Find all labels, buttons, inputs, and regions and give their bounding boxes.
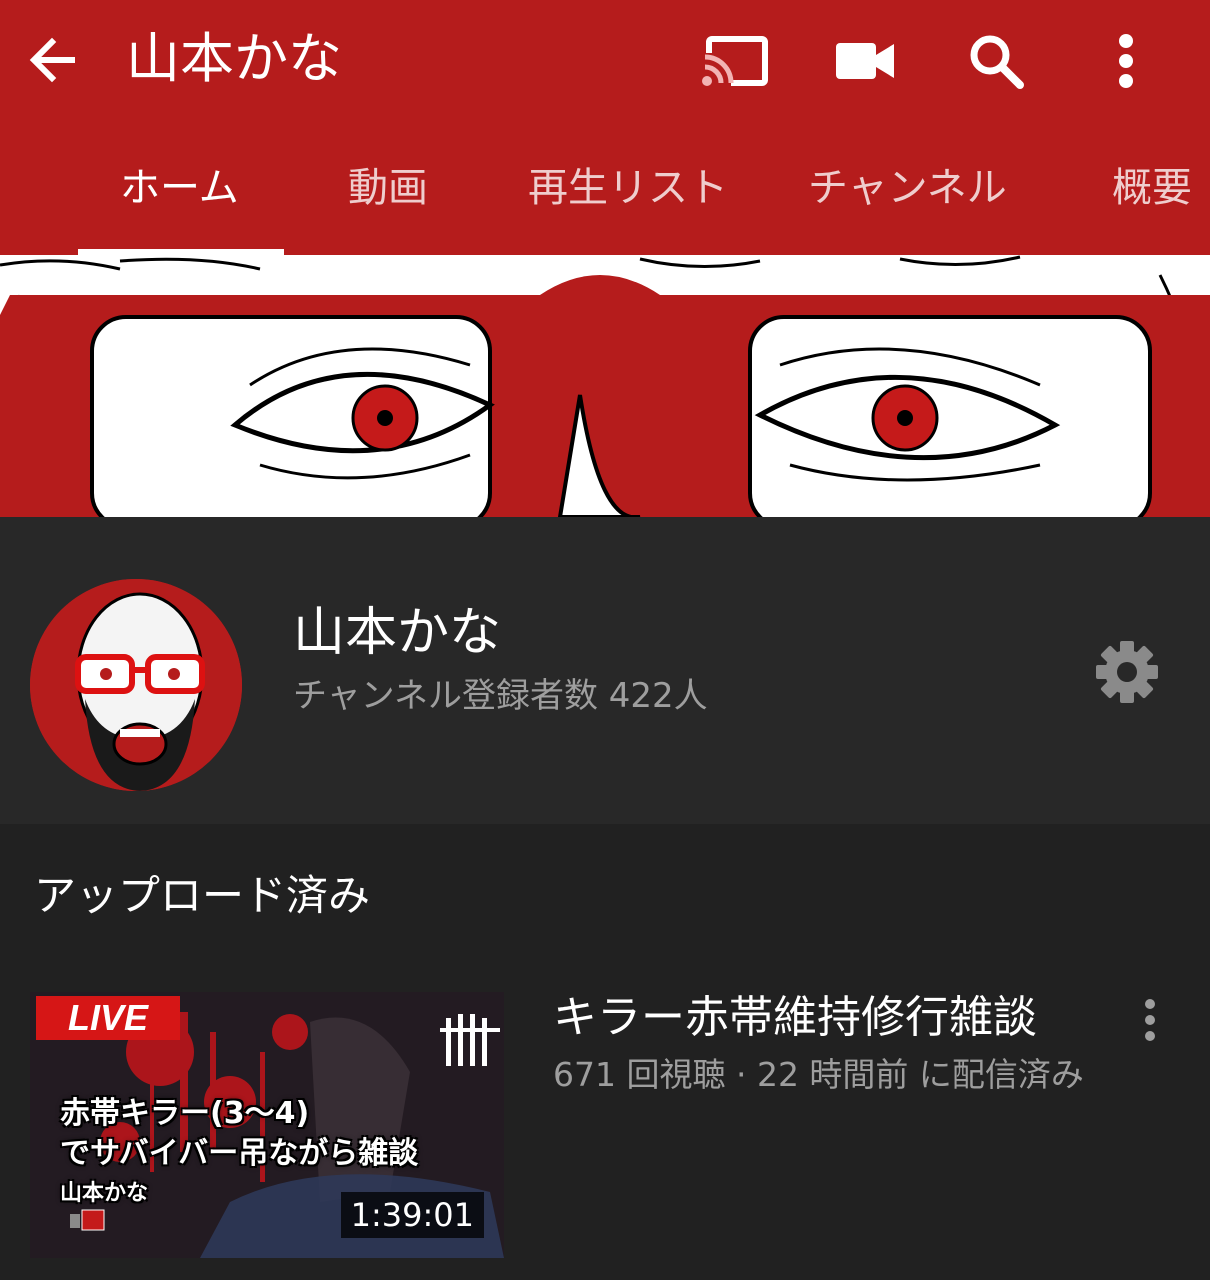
- section-title: アップロード済み: [34, 871, 371, 920]
- thumbnail-caption-line3: 山本かな: [60, 1181, 149, 1206]
- more-vert-icon: [1119, 34, 1133, 88]
- tab-home[interactable]: ホーム: [120, 160, 239, 216]
- avatar-image: [30, 579, 242, 791]
- tab-channels[interactable]: チャンネル: [808, 160, 1007, 216]
- video-metadata: 671 回視聴 · 22 時間前 に配信済み: [553, 1055, 1084, 1094]
- uploads-section: アップロード済み LIVE 赤帯キラー(3〜4) でサバイバー吊ながら雑談 山本…: [0, 824, 1210, 1280]
- channel-banner: [0, 255, 1210, 517]
- back-button[interactable]: [22, 28, 86, 92]
- app-bar: 山本かな ホーム 動画 再生リスト チャンネル 概要: [0, 0, 1210, 255]
- channel-settings-button[interactable]: [1092, 637, 1162, 707]
- thumbnail-caption-line1: 赤帯キラー(3〜4): [60, 1096, 310, 1131]
- upload-video-button[interactable]: [830, 28, 902, 94]
- more-options-button[interactable]: [1090, 28, 1162, 94]
- live-badge: LIVE: [36, 996, 180, 1040]
- more-vert-icon: [1145, 999, 1155, 1041]
- banner-illustration: [0, 255, 1210, 517]
- video-thumbnail[interactable]: LIVE 赤帯キラー(3〜4) でサバイバー吊ながら雑談 山本かな 1:39:0…: [30, 992, 504, 1258]
- gear-icon: [1096, 641, 1158, 703]
- channel-avatar[interactable]: [30, 579, 242, 791]
- tab-videos[interactable]: 動画: [348, 160, 428, 216]
- tab-playlists[interactable]: 再生リスト: [528, 160, 728, 216]
- channel-header: 山本かな チャンネル登録者数 422人: [0, 517, 1210, 824]
- channel-tabs: ホーム 動画 再生リスト チャンネル 概要: [0, 130, 1210, 255]
- video-more-button[interactable]: [1128, 996, 1172, 1048]
- video-duration: 1:39:01: [340, 1192, 484, 1238]
- toolbar: 山本かな: [0, 0, 1210, 120]
- tab-about[interactable]: 概要: [1112, 160, 1192, 216]
- cast-icon: [701, 36, 768, 89]
- subscriber-count: チャンネル登録者数 422人: [293, 676, 708, 716]
- channel-title: 山本かな: [126, 27, 342, 90]
- back-arrow-icon: [29, 37, 75, 83]
- channel-name: 山本かな: [293, 603, 502, 663]
- search-button[interactable]: [960, 28, 1032, 94]
- search-icon: [970, 35, 1024, 89]
- video-title[interactable]: キラー赤帯維持修行雑談: [553, 988, 1037, 1048]
- thumbnail-caption-line2: でサバイバー吊ながら雑談: [60, 1136, 419, 1171]
- cast-button[interactable]: [700, 28, 772, 94]
- video-camera-icon: [836, 43, 894, 79]
